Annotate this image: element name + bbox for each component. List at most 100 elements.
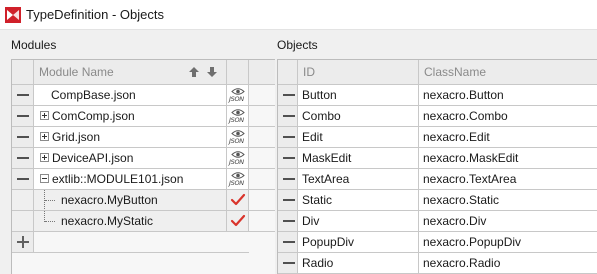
json-icon-label: JSON [229, 137, 244, 145]
remove-row-button[interactable] [12, 106, 34, 127]
classname-cell[interactable]: nexacro.Div [419, 211, 597, 232]
id-column-header[interactable]: ID [298, 60, 419, 85]
id-cell[interactable]: Static [298, 190, 419, 211]
view-json-button[interactable]: JSON [227, 127, 249, 148]
icon-column-header [227, 60, 249, 85]
module-row[interactable]: DeviceAPI.json JSON [12, 148, 275, 169]
object-classname: nexacro.Radio [423, 256, 501, 270]
empty-cell [249, 211, 275, 232]
move-up-icon[interactable] [188, 66, 200, 78]
module-name: Grid.json [52, 130, 101, 144]
object-classname: nexacro.Combo [423, 109, 508, 123]
object-id: TextArea [302, 172, 350, 186]
object-classname: nexacro.MaskEdit [423, 151, 519, 165]
minus-icon [283, 178, 295, 180]
remove-row-button[interactable] [278, 190, 298, 211]
remove-row-button[interactable] [12, 85, 34, 106]
classname-cell[interactable]: nexacro.Button [419, 85, 597, 106]
object-id: Button [302, 88, 337, 102]
view-json-button[interactable]: JSON [227, 148, 249, 169]
object-row[interactable]: Radio nexacro.Radio [278, 253, 597, 274]
classname-cell[interactable]: nexacro.TextArea [419, 169, 597, 190]
remove-row-button[interactable] [278, 127, 298, 148]
id-cell[interactable]: Edit [298, 127, 419, 148]
row-header [12, 190, 34, 211]
row-header-corner [278, 60, 298, 85]
modules-header-row: Module Name [12, 60, 275, 85]
view-json-button[interactable]: JSON [227, 169, 249, 190]
remove-row-button[interactable] [278, 85, 298, 106]
module-row[interactable]: CompBase.json JSON [12, 85, 275, 106]
classname-cell[interactable]: nexacro.Combo [419, 106, 597, 127]
id-cell[interactable]: MaskEdit [298, 148, 419, 169]
classname-cell[interactable]: nexacro.Radio [419, 253, 597, 274]
module-name: DeviceAPI.json [52, 151, 134, 165]
module-name-column-header[interactable]: Module Name [34, 60, 227, 85]
classname-cell[interactable]: nexacro.PopupDiv [419, 232, 597, 253]
object-row[interactable]: MaskEdit nexacro.MaskEdit [278, 148, 597, 169]
remove-row-button[interactable] [12, 127, 34, 148]
collapse-icon[interactable] [40, 174, 49, 183]
remove-row-button[interactable] [278, 169, 298, 190]
object-row[interactable]: Div nexacro.Div [278, 211, 597, 232]
minus-icon [283, 94, 295, 96]
expand-icon[interactable] [40, 132, 49, 141]
modules-label: Modules [11, 38, 57, 52]
classname-column-header[interactable]: ClassName [419, 60, 597, 85]
empty-cell [249, 106, 275, 127]
object-row[interactable]: Button nexacro.Button [278, 85, 597, 106]
id-cell[interactable]: TextArea [298, 169, 419, 190]
module-row[interactable]: Grid.json JSON [12, 127, 275, 148]
id-cell[interactable]: PopupDiv [298, 232, 419, 253]
id-cell[interactable]: Combo [298, 106, 419, 127]
view-json-button[interactable]: JSON [227, 106, 249, 127]
object-id: Combo [302, 109, 341, 123]
classname-cell[interactable]: nexacro.MaskEdit [419, 148, 597, 169]
remove-row-button[interactable] [278, 253, 298, 274]
move-down-icon[interactable] [206, 66, 218, 78]
module-name: extlib::MODULE101.json [52, 172, 184, 186]
expand-icon[interactable] [40, 153, 49, 162]
check-icon [230, 214, 246, 227]
object-id: Static [302, 193, 333, 207]
remove-row-button[interactable] [12, 169, 34, 190]
classname-cell[interactable]: nexacro.Static [419, 190, 597, 211]
id-cell[interactable]: Radio [298, 253, 419, 274]
object-classname: nexacro.Static [423, 193, 500, 207]
add-row-button[interactable] [12, 232, 34, 253]
remove-row-button[interactable] [278, 106, 298, 127]
id-cell[interactable]: Button [298, 85, 419, 106]
object-row[interactable]: TextArea nexacro.TextArea [278, 169, 597, 190]
module-child-row[interactable]: nexacro.MyButton [12, 190, 275, 211]
app-logo-icon [5, 7, 21, 23]
module-row[interactable]: ComComp.json JSON [12, 106, 275, 127]
module-name-header-label: Module Name [39, 65, 114, 79]
object-name: nexacro.MyStatic [61, 214, 154, 228]
object-row[interactable]: Combo nexacro.Combo [278, 106, 597, 127]
remove-row-button[interactable] [278, 148, 298, 169]
module-name: ComComp.json [52, 109, 135, 123]
object-row[interactable]: Static nexacro.Static [278, 190, 597, 211]
add-row [12, 232, 275, 253]
id-cell[interactable]: Div [298, 211, 419, 232]
view-json-button[interactable]: JSON [227, 85, 249, 106]
classname-cell[interactable]: nexacro.Edit [419, 127, 597, 148]
module-row[interactable]: extlib::MODULE101.json JSON [12, 169, 275, 190]
remove-row-button[interactable] [278, 211, 298, 232]
module-child-row[interactable]: nexacro.MyStatic [12, 211, 275, 232]
checked-cell[interactable] [227, 211, 249, 232]
window-title: TypeDefinition - Objects [26, 7, 165, 22]
checked-cell[interactable] [227, 190, 249, 211]
tree-line [45, 200, 55, 201]
remove-row-button[interactable] [278, 232, 298, 253]
expand-icon[interactable] [40, 111, 49, 120]
empty-cell [249, 127, 275, 148]
module-name: CompBase.json [51, 88, 136, 102]
object-classname: nexacro.Button [423, 88, 504, 102]
modules-grid: Module Name CompBase.json JSON ComComp.j… [11, 59, 275, 274]
remove-row-button[interactable] [12, 148, 34, 169]
minus-icon [283, 157, 295, 159]
object-row[interactable]: Edit nexacro.Edit [278, 127, 597, 148]
title-bar: TypeDefinition - Objects [0, 0, 597, 30]
object-row[interactable]: PopupDiv nexacro.PopupDiv [278, 232, 597, 253]
